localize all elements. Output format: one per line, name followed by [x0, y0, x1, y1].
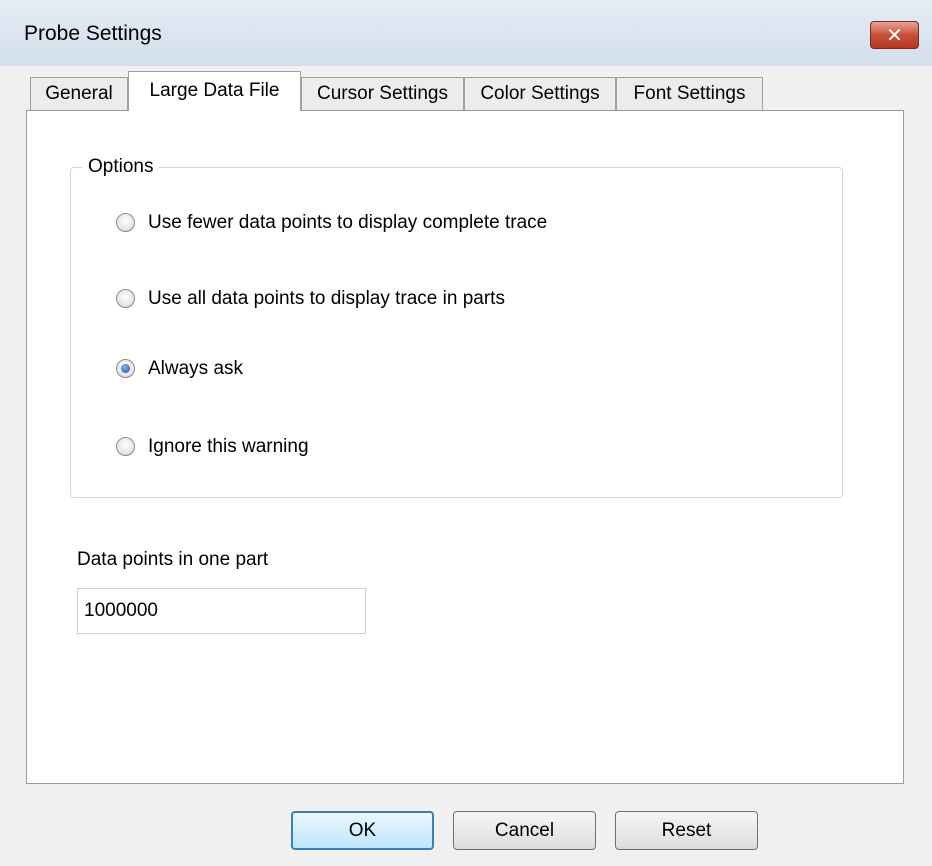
data-points-input[interactable]: [77, 588, 366, 634]
option-label: Ignore this warning: [148, 436, 309, 457]
option-label: Use all data points to display trace in …: [148, 288, 505, 309]
reset-button[interactable]: Reset: [615, 811, 758, 850]
radio-button[interactable]: [116, 359, 135, 378]
probe-settings-dialog: Probe Settings ✕ General Large Data File…: [0, 0, 932, 866]
tab-label: Color Settings: [480, 83, 600, 104]
option-label: Always ask: [148, 358, 244, 379]
ok-button[interactable]: OK: [291, 811, 434, 850]
tab-label: General: [45, 83, 113, 104]
tab-label: Large Data File: [149, 80, 280, 101]
radio-button[interactable]: [116, 289, 135, 308]
close-button[interactable]: ✕: [870, 21, 919, 49]
window-title: Probe Settings: [24, 22, 162, 45]
radio-button[interactable]: [116, 437, 135, 456]
title-bar[interactable]: Probe Settings ✕: [0, 0, 932, 66]
options-legend: Options: [82, 156, 160, 178]
cancel-button[interactable]: Cancel: [453, 811, 596, 850]
radio-button[interactable]: [116, 213, 135, 232]
data-points-label: Data points in one part: [77, 549, 269, 570]
tab-font-settings[interactable]: Font Settings: [616, 77, 763, 110]
tab-cursor-settings[interactable]: Cursor Settings: [301, 77, 464, 110]
tab-label: Font Settings: [633, 83, 746, 104]
option-label: Use fewer data points to display complet…: [148, 212, 548, 233]
tab-general[interactable]: General: [30, 77, 128, 110]
close-icon: ✕: [886, 25, 903, 47]
tab-label: Cursor Settings: [317, 83, 448, 104]
tab-color-settings[interactable]: Color Settings: [464, 77, 616, 110]
tab-large-data-file[interactable]: Large Data File: [128, 71, 301, 111]
